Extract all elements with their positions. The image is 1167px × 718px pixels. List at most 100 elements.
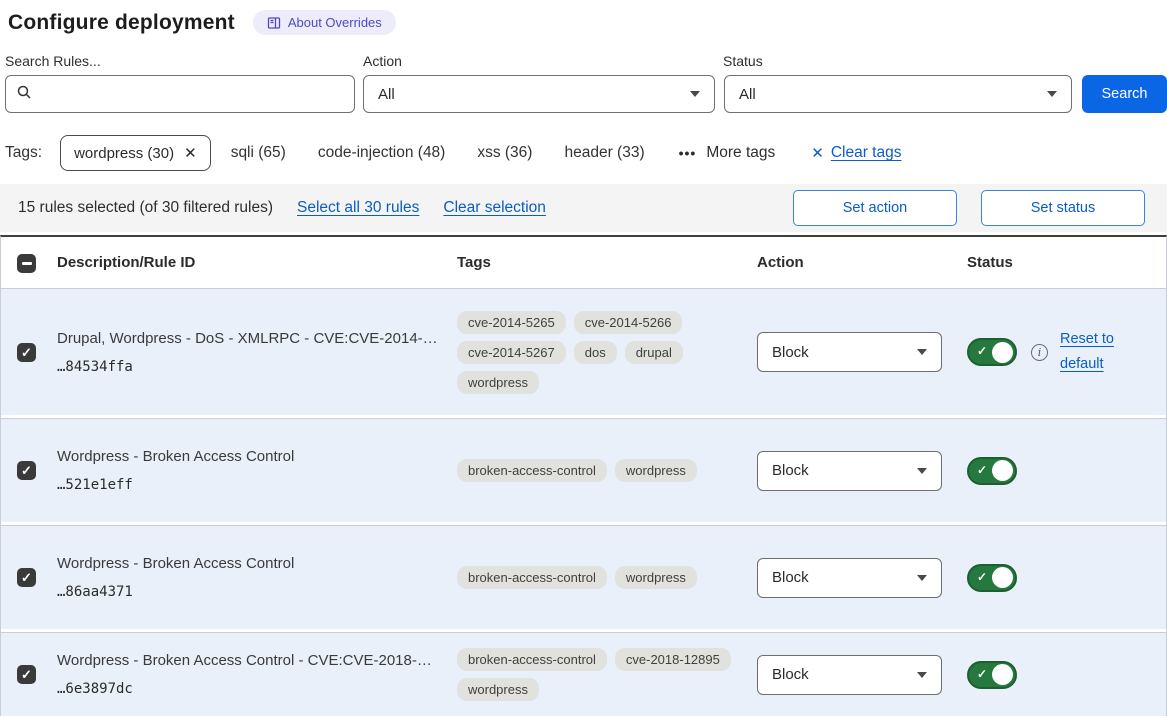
status-toggle[interactable]: ✓ [967, 564, 1017, 592]
chevron-down-icon [917, 349, 927, 355]
action-value: Block [772, 569, 809, 586]
action-filter-label: Action [363, 53, 715, 69]
close-icon: ✕ [811, 144, 824, 162]
remove-tag-icon[interactable]: ✕ [184, 144, 197, 162]
tag-filter-item[interactable]: code-injection (48) [318, 144, 446, 162]
table-row: ✓ Wordpress - Broken Access Control …521… [1, 418, 1166, 522]
clear-tags-label: Clear tags [831, 144, 902, 162]
column-status: Status [957, 254, 1166, 271]
tag-pill: drupal [625, 341, 683, 364]
book-icon [267, 16, 281, 30]
table-body: ✓ Drupal, Wordpress - DoS - XMLRPC - CVE… [1, 289, 1166, 716]
column-tags: Tags [447, 254, 747, 271]
select-all-link[interactable]: Select all 30 rules [297, 199, 419, 217]
chevron-down-icon [917, 672, 927, 678]
tag-pill: dos [574, 341, 617, 364]
set-action-button[interactable]: Set action [793, 190, 957, 226]
row-checkbox[interactable]: ✓ [17, 461, 36, 480]
action-select[interactable]: Block [757, 558, 942, 598]
tags-bar: Tags: wordpress (30) ✕ sqli (65) code-inj… [0, 113, 1167, 171]
rule-id: …6e3897dc [57, 681, 437, 697]
status-toggle[interactable]: ✓ [967, 661, 1017, 689]
tag-filter-item[interactable]: header (33) [564, 144, 644, 162]
status-filter-label: Status [723, 53, 1072, 69]
action-value: Block [772, 462, 809, 479]
check-icon: ✓ [977, 344, 987, 358]
check-icon: ✓ [977, 570, 987, 584]
selected-tag-wordpress[interactable]: wordpress (30) ✕ [60, 135, 211, 171]
more-tags-label: More tags [706, 144, 775, 162]
tag-filter-item[interactable]: sqli (65) [231, 144, 286, 162]
chevron-down-icon [1047, 91, 1057, 97]
action-filter-value: All [378, 86, 395, 103]
tag-filter-list: sqli (65) code-injection (48) xss (36) head… [231, 144, 645, 162]
chevron-down-icon [917, 468, 927, 474]
action-select[interactable]: Block [757, 332, 942, 372]
status-filter-select[interactable]: All [724, 75, 1072, 113]
tag-list: broken-access-controlwordpress [457, 459, 737, 482]
more-tags-button[interactable]: ••• More tags [679, 144, 776, 162]
action-value: Block [772, 344, 809, 361]
tag-pill: wordpress [457, 371, 539, 394]
row-checkbox[interactable]: ✓ [17, 568, 36, 587]
tag-pill: cve-2014-5265 [457, 311, 566, 334]
chevron-down-icon [917, 575, 927, 581]
search-rules-label: Search Rules... [5, 53, 355, 69]
page-title: Configure deployment [8, 11, 235, 35]
rule-description: Drupal, Wordpress - DoS - XMLRPC - CVE:C… [57, 330, 437, 347]
table-row: ✓ Drupal, Wordpress - DoS - XMLRPC - CVE… [1, 289, 1166, 415]
rule-description: Wordpress - Broken Access Control [57, 448, 437, 465]
rule-id: …86aa4371 [57, 584, 437, 600]
tag-pill: wordpress [615, 566, 697, 589]
status-toggle[interactable]: ✓ [967, 338, 1017, 366]
rule-id: …521e1eff [57, 477, 437, 493]
tags-label: Tags: [5, 144, 42, 162]
toggle-knob [992, 664, 1013, 685]
table-row: ✓ Wordpress - Broken Access Control - CV… [1, 632, 1166, 716]
action-select[interactable]: Block [757, 451, 942, 491]
selected-tag-label: wordpress (30) [74, 145, 174, 162]
check-icon: ✓ [977, 463, 987, 477]
table-row: ✓ Wordpress - Broken Access Control …86a… [1, 525, 1166, 629]
info-icon[interactable]: i [1031, 344, 1048, 361]
reset-to-default-link[interactable]: Reset to default [1060, 327, 1122, 376]
action-filter-select[interactable]: All [363, 75, 715, 113]
tag-pill: cve-2014-5267 [457, 341, 566, 364]
set-status-button[interactable]: Set status [981, 190, 1145, 226]
row-checkbox[interactable]: ✓ [17, 665, 36, 684]
page-header: Configure deployment About Overrides [0, 0, 1167, 35]
tag-filter-item[interactable]: xss (36) [477, 144, 532, 162]
tag-pill: cve-2014-5266 [574, 311, 683, 334]
tag-pill: broken-access-control [457, 566, 607, 589]
action-value: Block [772, 666, 809, 683]
tag-pill: wordpress [457, 678, 539, 701]
rule-id: …84534ffa [57, 359, 437, 375]
tag-list: cve-2014-5265 cve-2014-5266 cve-2014-5267 d… [457, 311, 737, 394]
rules-table: Description/Rule ID Tags Action Status ✓… [0, 235, 1167, 716]
action-select[interactable]: Block [757, 655, 942, 695]
search-button[interactable]: Search [1082, 75, 1167, 113]
toggle-knob [992, 342, 1013, 363]
tag-pill: broken-access-control [457, 648, 607, 671]
chevron-down-icon [690, 91, 700, 97]
selection-summary: 15 rules selected (of 30 filtered rules) [18, 199, 273, 217]
clear-tags-button[interactable]: ✕ Clear tags [811, 144, 901, 162]
rule-description: Wordpress - Broken Access Control [57, 555, 437, 572]
clear-selection-link[interactable]: Clear selection [443, 199, 546, 217]
column-description: Description/Rule ID [47, 254, 447, 271]
status-filter-value: All [739, 86, 756, 103]
select-all-checkbox[interactable] [17, 254, 36, 273]
row-checkbox[interactable]: ✓ [17, 343, 36, 362]
selection-bar: 15 rules selected (of 30 filtered rules)… [0, 184, 1167, 232]
status-toggle[interactable]: ✓ [967, 457, 1017, 485]
table-header: Description/Rule ID Tags Action Status [1, 237, 1166, 289]
check-icon: ✓ [977, 667, 987, 681]
search-rules-input[interactable] [40, 86, 344, 103]
tag-list: broken-access-control cve-2018-12895 wordp… [457, 648, 737, 701]
about-overrides-badge[interactable]: About Overrides [253, 10, 396, 35]
about-overrides-label: About Overrides [288, 15, 382, 30]
ellipsis-icon: ••• [679, 145, 697, 161]
tag-pill: wordpress [615, 459, 697, 482]
tag-pill: cve-2018-12895 [615, 648, 731, 671]
filters-row: Search Rules... Action All Status All Se… [0, 35, 1167, 113]
